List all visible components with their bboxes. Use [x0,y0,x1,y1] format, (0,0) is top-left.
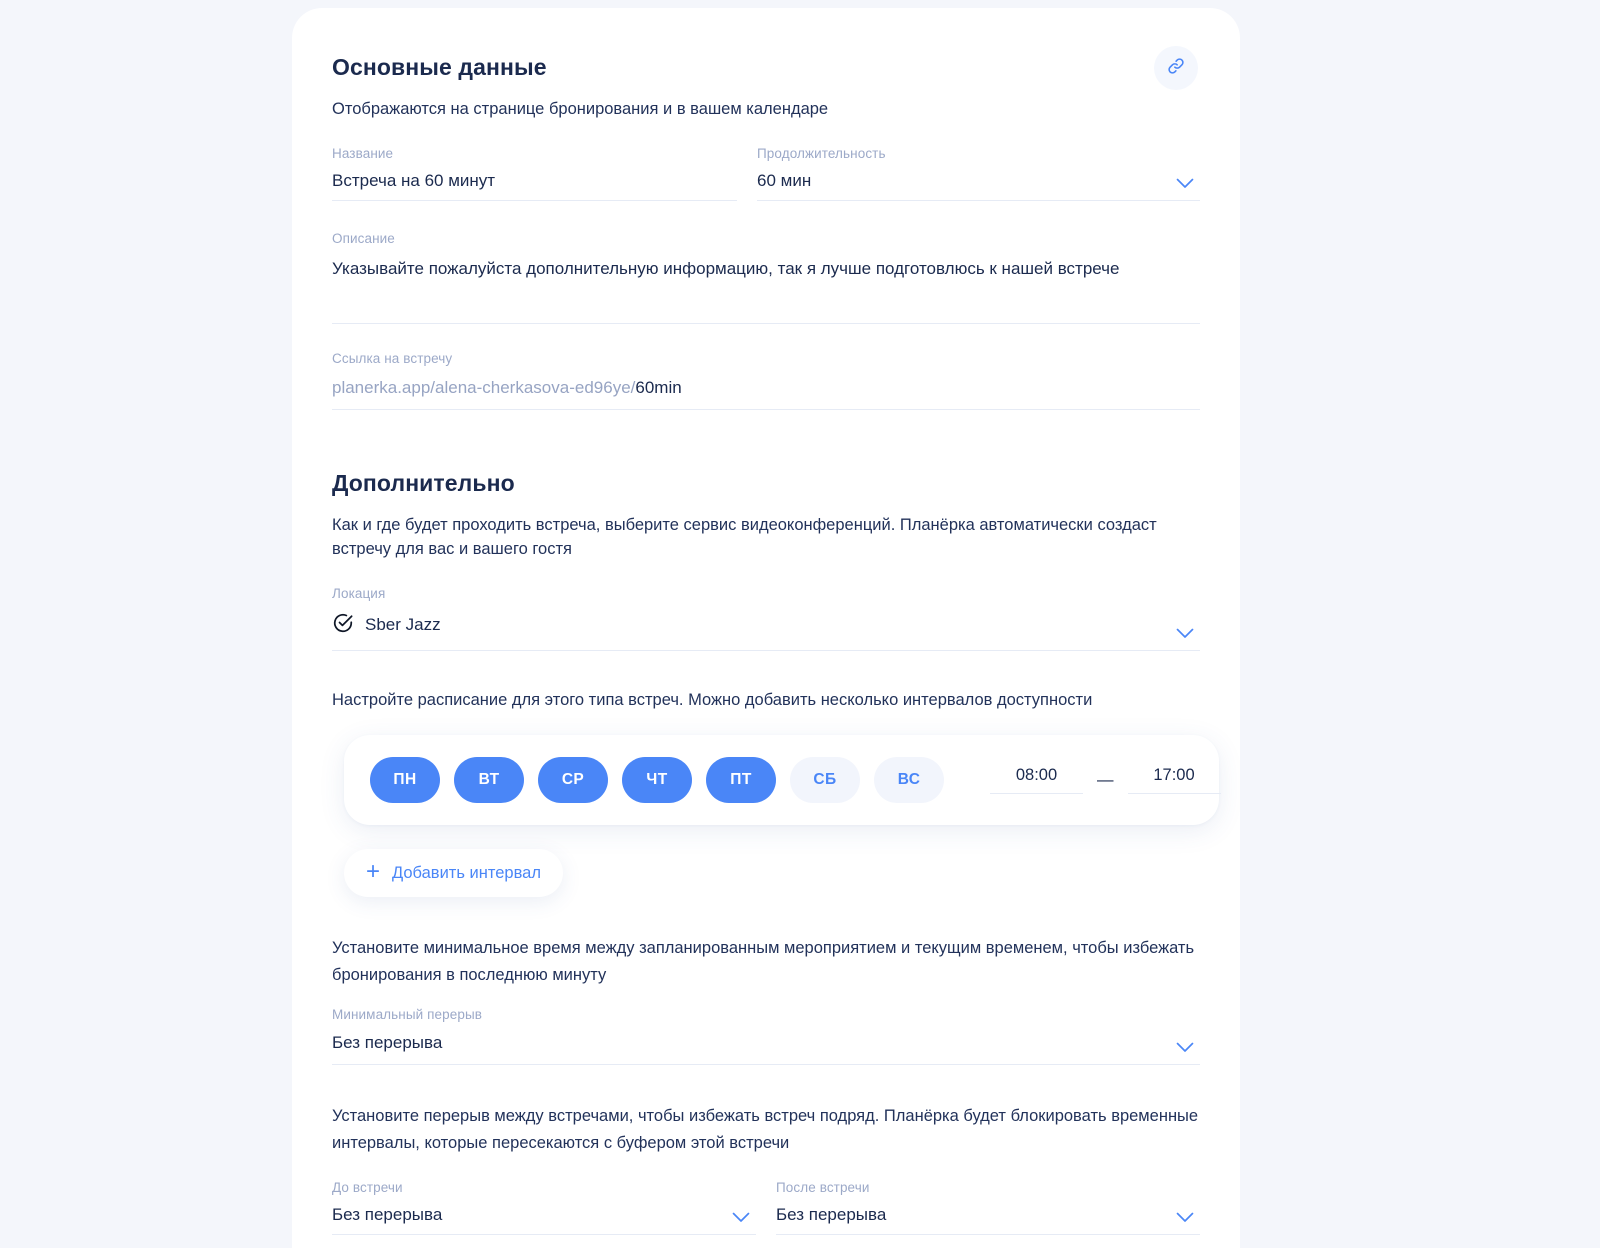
chevron-down-icon[interactable] [1176,1040,1194,1052]
copy-link-button[interactable] [1154,46,1198,90]
chain-link-icon [1166,56,1186,81]
basic-header-text: Основные данные Отображаются на странице… [332,54,828,122]
page-root: Основные данные Отображаются на странице… [0,0,1600,1248]
page-title: Основные данные [332,54,547,80]
additional-title: Дополнительно [332,469,515,496]
time-from-input[interactable] [990,766,1083,795]
time-range: — [990,766,1221,795]
min-notice-description: Установите минимальное время между запла… [332,939,1195,985]
location-label: Локация [332,585,386,601]
buffer-before-label: До встречи [332,1180,403,1196]
meeting-link-label: Ссылка на встречу [332,350,453,366]
additional-subtitle: Как и где будет проходить встреча, выбер… [332,515,1157,558]
description-value[interactable]: Указывайте пожалуйста дополнительную инф… [332,257,1200,314]
schedule-intro: Настройте расписание для этого типа встр… [332,690,1093,709]
chevron-down-icon[interactable] [732,1210,750,1223]
duration-value[interactable]: 60 мин [757,171,1162,191]
check-circle-icon [332,612,354,639]
weekday-chips: ПН ВТ СР ЧТ ПТ СБ ВС [370,757,944,804]
add-interval-button[interactable]: + Добавить интервал [344,849,563,898]
meeting-link-value[interactable]: planerka.app/alena-cherkasova-ed96ye/60m… [332,378,1200,398]
chevron-down-icon[interactable] [1176,176,1194,188]
buffer-before-value[interactable]: Без перерыва [332,1205,718,1225]
location-field[interactable]: Локация Sber Jazz [332,586,1200,651]
weekday-chip-sat[interactable]: СБ [790,757,860,804]
buffer-after-label: После встречи [776,1180,870,1196]
schedule-card: ПН ВТ СР ЧТ ПТ СБ ВС — [344,735,1221,826]
min-notice-field[interactable]: Минимальный перерыв Без перерыва [332,1007,1200,1065]
buffer-before-field[interactable]: До встречи Без перерыва [332,1180,756,1236]
name-duration-row: Название Встреча на 60 минут Продолжител… [332,146,1200,201]
time-to-input[interactable] [1127,766,1221,795]
chevron-down-icon[interactable] [1176,626,1194,638]
weekday-chip-tue[interactable]: ВТ [454,757,524,804]
additional-section: Дополнительно Как и где будет проходить … [332,469,1221,1248]
time-range-separator: — [1097,770,1114,789]
min-notice-value[interactable]: Без перерыва [332,1033,1162,1053]
buffer-after-field[interactable]: После встречи Без перерыва [776,1180,1200,1236]
buffer-description: Установите перерыв между встречами, чтоб… [332,1106,1199,1152]
duration-label: Продолжительность [757,145,886,161]
weekday-chip-wed[interactable]: СР [538,757,608,804]
buffer-row: До встречи Без перерыва После встречи Бе… [332,1180,1200,1236]
basic-header: Основные данные Отображаются на странице… [332,46,1200,122]
name-value[interactable]: Встреча на 60 минут [332,171,737,191]
weekday-chip-fri[interactable]: ПТ [706,757,776,804]
buffer-after-value[interactable]: Без перерыва [776,1205,1162,1225]
duration-field[interactable]: Продолжительность 60 мин [757,146,1200,201]
basic-subtitle: Отображаются на странице бронирования и … [332,100,829,118]
weekday-chip-thu[interactable]: ЧТ [622,757,692,804]
min-notice-label: Минимальный перерыв [332,1006,483,1022]
weekday-chip-sun[interactable]: ВС [874,757,944,804]
name-field[interactable]: Название Встреча на 60 минут [332,146,737,201]
meeting-link-slug[interactable]: 60min [635,378,681,397]
location-value[interactable]: Sber Jazz [365,615,441,635]
meeting-link-prefix: planerka.app/alena-cherkasova-ed96ye/ [332,377,636,397]
weekday-chip-mon[interactable]: ПН [370,757,440,804]
plus-icon: + [366,858,381,886]
chevron-down-icon[interactable] [1176,1210,1194,1223]
name-label: Название [332,145,394,161]
settings-card: Основные данные Отображаются на странице… [292,8,1240,1248]
meeting-link-field[interactable]: Ссылка на встречу planerka.app/alena-che… [332,351,1200,410]
description-label: Описание [332,230,395,246]
location-row: Sber Jazz [332,612,1162,639]
add-interval-label: Добавить интервал [392,863,541,882]
description-field[interactable]: Описание Указывайте пожалуйста дополните… [332,231,1200,324]
